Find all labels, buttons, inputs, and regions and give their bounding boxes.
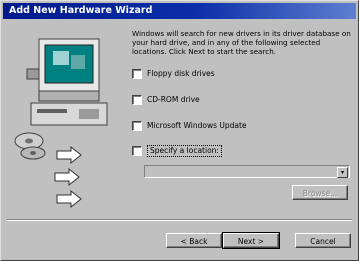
back-button[interactable]: < Back	[166, 233, 222, 248]
windows-update-checkbox[interactable]	[132, 121, 142, 131]
wizard-illustration	[14, 38, 108, 209]
floppy-label: Floppy disk drives	[147, 69, 215, 78]
arrow-icon	[54, 145, 82, 209]
option-cdrom[interactable]: CD-ROM drive	[132, 94, 200, 106]
next-button[interactable]: Next >	[222, 232, 280, 249]
cancel-button[interactable]: Cancel	[295, 233, 351, 248]
chevron-down-icon[interactable]: ▾	[337, 167, 348, 178]
wizard-description: Windows will search for new drivers in i…	[132, 29, 351, 56]
location-combobox[interactable]: ▾	[144, 165, 350, 178]
floppy-checkbox[interactable]	[132, 69, 142, 79]
specify-location-label: Specify a location:	[147, 145, 222, 157]
specify-location-checkbox[interactable]	[132, 146, 142, 156]
browse-button[interactable]: Browse...	[292, 185, 348, 200]
option-floppy[interactable]: Floppy disk drives	[132, 68, 215, 80]
title-bar[interactable]: Add New Hardware Wizard	[3, 3, 356, 19]
option-specify-location[interactable]: Specify a location:	[132, 145, 222, 157]
cdrom-checkbox[interactable]	[132, 95, 142, 105]
wizard-window: Add New Hardware Wizard Windows will sea…	[0, 0, 359, 261]
window-title: Add New Hardware Wizard	[9, 5, 153, 16]
windows-update-label: Microsoft Windows Update	[147, 121, 247, 130]
computer-monitor-icon	[26, 38, 108, 126]
cd-disc-icon	[14, 132, 46, 160]
cdrom-label: CD-ROM drive	[147, 95, 200, 104]
button-divider	[7, 219, 352, 221]
option-windows-update[interactable]: Microsoft Windows Update	[132, 120, 247, 132]
